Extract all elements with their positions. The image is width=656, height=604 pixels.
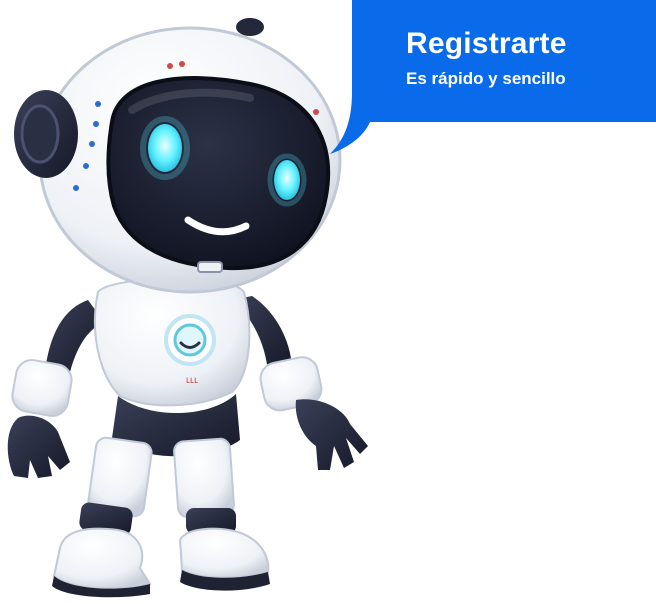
svg-text:ʟʟʟ: ʟʟʟ — [186, 375, 198, 386]
signup-title: Registrarte — [406, 27, 567, 60]
signup-speech-bubble[interactable]: Registrarte Es rápido y sencillo — [352, 0, 656, 122]
signup-subtitle: Es rápido y sencillo — [406, 69, 566, 88]
signup-promo-panel: ʟʟʟ Registrarte Es rápido y sencillo — [0, 0, 656, 604]
